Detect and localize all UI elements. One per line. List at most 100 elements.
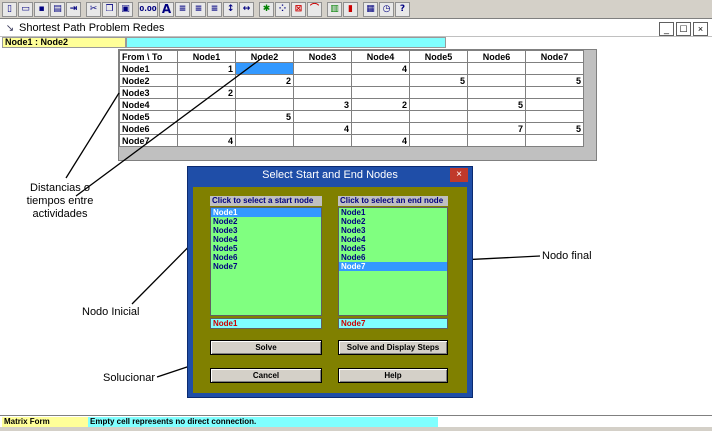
grid-cell[interactable] <box>235 122 294 135</box>
graph-icon[interactable]: ⊠ <box>291 1 306 17</box>
align-left-icon[interactable]: ≡ <box>175 1 190 17</box>
network-icon[interactable]: ✱ <box>259 1 274 17</box>
save-icon[interactable]: ▪ <box>34 1 49 17</box>
grid-cell[interactable]: 5 <box>467 98 526 111</box>
grid-cell[interactable]: 5 <box>525 122 584 135</box>
copy-icon[interactable]: ❐ <box>102 1 117 17</box>
start-node-item[interactable]: Node4 <box>211 235 321 244</box>
grid-cell[interactable] <box>177 74 236 87</box>
grid-cell[interactable]: 5 <box>525 74 584 87</box>
print-icon[interactable]: ▤ <box>50 1 65 17</box>
grid-cell[interactable]: 5 <box>409 74 468 87</box>
grid-cell[interactable] <box>467 62 526 75</box>
end-node-item[interactable]: Node5 <box>339 244 447 253</box>
start-node-list[interactable]: Node1 Node2 Node3 Node4 Node5 Node6 Node7 <box>210 207 322 316</box>
cell-reference: Node1 : Node2 <box>2 37 126 48</box>
grid-cell[interactable] <box>235 134 294 147</box>
decimal-icon[interactable]: 0.00 <box>138 1 158 17</box>
grid-cell[interactable]: 1 <box>177 62 236 75</box>
grid-cell[interactable] <box>351 74 410 87</box>
grid-cell[interactable] <box>525 86 584 99</box>
grid-cell[interactable] <box>525 134 584 147</box>
minimize-button[interactable]: _ <box>659 22 674 36</box>
grid-cell[interactable] <box>409 62 468 75</box>
end-node-list[interactable]: Node1 Node2 Node3 Node4 Node5 Node6 Node7 <box>338 207 448 316</box>
maximize-button[interactable]: ☐ <box>676 22 691 36</box>
grid-cell[interactable]: 4 <box>293 122 352 135</box>
cancel-button[interactable]: Cancel <box>210 368 322 383</box>
column-width-icon[interactable]: ↔ <box>239 1 254 17</box>
solve-button[interactable]: Solve <box>210 340 322 355</box>
align-right-icon[interactable]: ≡ <box>207 1 222 17</box>
clock-icon[interactable]: ◷ <box>379 1 394 17</box>
grid-cell[interactable] <box>293 74 352 87</box>
chart-bar-icon[interactable]: ▮ <box>343 1 358 17</box>
grid-cell[interactable]: 4 <box>351 134 410 147</box>
new-icon[interactable]: ▯ <box>2 1 17 17</box>
grid-cell[interactable] <box>409 122 468 135</box>
grid-cell[interactable] <box>409 86 468 99</box>
end-node-item[interactable]: Node7 <box>339 262 447 271</box>
grid-cell[interactable] <box>467 110 526 123</box>
align-center-icon[interactable]: ≡ <box>191 1 206 17</box>
dialog-close-button[interactable]: × <box>450 168 468 182</box>
grid-cell[interactable]: 5 <box>235 110 294 123</box>
grid-cell[interactable] <box>293 86 352 99</box>
end-node-item[interactable]: Node2 <box>339 217 447 226</box>
end-node-item[interactable]: Node4 <box>339 235 447 244</box>
grid-cell[interactable]: 2 <box>235 74 294 87</box>
curve-icon[interactable]: ⌒ <box>307 1 322 17</box>
start-node-item[interactable]: Node3 <box>211 226 321 235</box>
grid-cell[interactable] <box>467 74 526 87</box>
start-node-item[interactable]: Node7 <box>211 262 321 271</box>
grid-cell[interactable] <box>177 122 236 135</box>
end-node-item[interactable]: Node3 <box>339 226 447 235</box>
grid-cell[interactable]: 3 <box>293 98 352 111</box>
row-height-icon[interactable]: ↕ <box>223 1 238 17</box>
paste-icon[interactable]: ▣ <box>118 1 133 17</box>
grid-cell[interactable]: 4 <box>177 134 236 147</box>
grid-cell[interactable] <box>235 86 294 99</box>
close-button[interactable]: × <box>693 22 708 36</box>
grid-cell[interactable] <box>409 110 468 123</box>
cell-edit-input[interactable] <box>126 37 446 48</box>
grid-cell[interactable] <box>525 98 584 111</box>
grid-cell[interactable] <box>351 110 410 123</box>
grid-cell[interactable] <box>293 134 352 147</box>
grid-cell[interactable]: 7 <box>467 122 526 135</box>
help-icon[interactable]: ? <box>395 1 410 17</box>
calculator-icon[interactable]: ▦ <box>363 1 378 17</box>
grid-cell[interactable] <box>177 110 236 123</box>
start-node-item[interactable]: Node1 <box>211 208 321 217</box>
solve-and-display-steps-button[interactable]: Solve and Display Steps <box>338 340 448 355</box>
grid-cell[interactable]: 4 <box>351 62 410 75</box>
start-node-item[interactable]: Node2 <box>211 217 321 226</box>
start-node-item[interactable]: Node6 <box>211 253 321 262</box>
help-button[interactable]: Help <box>338 368 448 383</box>
grid-cell[interactable]: 2 <box>177 86 236 99</box>
open-icon[interactable]: ▭ <box>18 1 33 17</box>
chart-green-icon[interactable]: ▥ <box>327 1 342 17</box>
grid-cell[interactable] <box>467 86 526 99</box>
grid-cell[interactable] <box>293 110 352 123</box>
grid-cell[interactable] <box>293 62 352 75</box>
end-node-item[interactable]: Node1 <box>339 208 447 217</box>
grid-cell[interactable] <box>525 62 584 75</box>
font-icon[interactable]: A <box>159 1 174 17</box>
grid-cell[interactable]: 2 <box>351 98 410 111</box>
cut-icon[interactable]: ✂ <box>86 1 101 17</box>
grid-cell[interactable] <box>235 62 294 75</box>
end-node-item[interactable]: Node6 <box>339 253 447 262</box>
scatter-icon[interactable]: ⁘ <box>275 1 290 17</box>
select-nodes-dialog: Select Start and End Nodes × Click to se… <box>187 166 473 398</box>
grid-cell[interactable] <box>351 86 410 99</box>
grid-cell[interactable] <box>409 98 468 111</box>
grid-cell[interactable] <box>467 134 526 147</box>
grid-cell[interactable] <box>351 122 410 135</box>
grid-cell[interactable] <box>409 134 468 147</box>
grid-cell[interactable] <box>235 98 294 111</box>
exit-icon[interactable]: ⇥ <box>66 1 81 17</box>
grid-cell[interactable] <box>177 98 236 111</box>
grid-cell[interactable] <box>525 110 584 123</box>
start-node-item[interactable]: Node5 <box>211 244 321 253</box>
